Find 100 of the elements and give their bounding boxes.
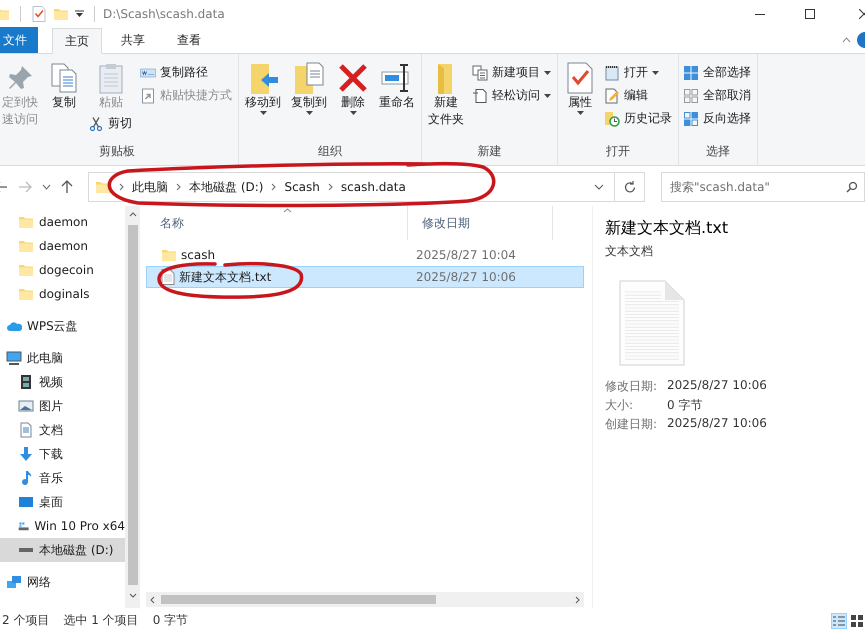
dropdown-icon[interactable] [594, 184, 604, 190]
ribbon-tab[interactable]: 主页 [52, 28, 102, 54]
customize-toolbar-icon[interactable] [75, 10, 84, 18]
file-type: 文本文档 [605, 243, 654, 260]
sort-caret-icon [283, 208, 292, 213]
scroll-up-icon[interactable] [128, 212, 136, 217]
shortcut-icon [140, 88, 156, 104]
recent-locations-icon[interactable] [42, 184, 51, 190]
nav-item[interactable]: WPS云盘 [0, 314, 125, 338]
file-row[interactable]: 新建文本文档.txt 2025/8/27 10:06 [146, 266, 584, 288]
ribbon-button[interactable]: 历史记录 [604, 108, 674, 129]
ribbon-button[interactable]: 全部选择 [683, 62, 753, 83]
scrollbar[interactable] [146, 592, 584, 607]
caret-icon [260, 111, 266, 115]
ribbon-button[interactable]: 新建项目 [472, 62, 553, 83]
document-preview-icon [619, 280, 685, 366]
ribbon-button[interactable]: 重命名 [377, 62, 417, 111]
ribbon-button[interactable]: 复制路径 [140, 62, 234, 83]
caret-icon [576, 111, 584, 115]
breadcrumb[interactable]: Scash [284, 180, 320, 194]
ribbon-button[interactable]: 复制到 [289, 62, 329, 115]
column-header[interactable]: 名称 [146, 206, 408, 240]
nav-item[interactable]: 下载 [0, 442, 125, 466]
caret-icon [544, 70, 551, 74]
search-field[interactable]: 搜索"scash.data" [661, 172, 865, 202]
grid-outline-icon [683, 88, 699, 104]
file-row[interactable]: scash 2025/8/27 10:04 [146, 244, 584, 266]
refresh-icon [624, 181, 636, 193]
download-icon [18, 446, 34, 462]
nav-item[interactable]: 视频 [0, 370, 125, 394]
breadcrumb[interactable]: 本地磁盘 (D:) [189, 178, 264, 196]
breadcrumb[interactable]: scash.data [340, 180, 406, 194]
desktop-icon [18, 494, 34, 510]
ribbon-button[interactable]: 编辑 [604, 85, 674, 106]
ribbon-button[interactable]: 属性 [562, 62, 598, 115]
picture-icon [18, 398, 34, 414]
ribbon-button[interactable]: 剪切 [88, 113, 134, 134]
ribbon-button[interactable]: 反向选择 [683, 108, 753, 129]
grid-icon [683, 64, 699, 80]
ribbon-button[interactable]: 移动到 [243, 62, 283, 115]
breadcrumb[interactable]: 此电脑 [132, 178, 168, 196]
nav-item[interactable]: daemon [0, 234, 125, 258]
nav-item[interactable]: 图片 [0, 394, 125, 418]
nav-item[interactable]: daemon [0, 210, 125, 234]
view-button[interactable] [849, 612, 865, 628]
status-text: 0 字节 [152, 612, 188, 629]
tiles-view-icon [851, 614, 863, 626]
nav-item[interactable]: 本地磁盘 (D:) [0, 538, 125, 562]
modified-date: 2025/8/27 10:04 [415, 248, 516, 262]
nav-item[interactable]: 文档 [0, 418, 125, 442]
chevron-icon[interactable] [271, 183, 276, 191]
address-bar[interactable]: 此电脑 本地磁盘 (D:) Scash scash.data [88, 172, 645, 202]
chevron-icon[interactable] [176, 183, 181, 191]
edit-icon [604, 88, 620, 104]
group-label: 打开 [605, 143, 631, 160]
ribbon-button[interactable]: 复制 [46, 62, 82, 111]
caret-icon [306, 111, 312, 115]
folder-icon [18, 214, 34, 230]
view-button[interactable] [831, 612, 847, 628]
scroll-down-icon[interactable] [128, 593, 136, 598]
nav-item[interactable]: 此电脑 [0, 346, 125, 370]
collapse-ribbon-icon[interactable] [842, 37, 851, 43]
group-label: 新建 [476, 143, 502, 160]
notebook-icon [604, 64, 620, 80]
property-label: 大小: [605, 397, 634, 414]
group-label: 剪贴板 [98, 143, 136, 160]
chevron-icon[interactable] [119, 183, 124, 191]
folder-icon [53, 6, 69, 22]
page-icon [472, 88, 488, 104]
scrollbar[interactable] [125, 206, 140, 608]
ribbon-button[interactable]: 新建 文件夹 [426, 62, 466, 128]
folder-icon [18, 262, 34, 278]
up-icon[interactable] [61, 180, 73, 194]
maximize-icon [805, 9, 815, 19]
chevron-icon[interactable] [328, 183, 333, 191]
ribbon-button[interactable]: 打开 [604, 62, 674, 83]
ribbon-tab[interactable]: 查看 [164, 27, 214, 53]
caret-icon [350, 111, 356, 115]
ribbon-tab[interactable]: 共享 [108, 27, 158, 53]
ribbon-button[interactable]: 删除 [335, 62, 371, 115]
nav-item[interactable]: 桌面 [0, 490, 125, 514]
ribbon-button[interactable]: 全部取消 [683, 85, 753, 106]
ribbon-button[interactable]: 轻松访问 [472, 85, 553, 106]
group-label: 组织 [317, 143, 343, 160]
nav-item[interactable]: Win 10 Pro x64 [0, 514, 125, 538]
nav-item[interactable]: 音乐 [0, 466, 125, 490]
status-text: 选中 1 个项目 [63, 612, 139, 629]
property-value: 0 字节 [667, 397, 704, 414]
nav-item[interactable]: doginals [0, 282, 125, 306]
drive-icon [19, 548, 33, 552]
nav-item[interactable]: dogecoin [0, 258, 125, 282]
folder-icon [18, 286, 34, 302]
folder-icon [161, 247, 177, 263]
nav-item[interactable]: 网络 [0, 570, 125, 594]
column-header[interactable]: 修改日期 [408, 206, 553, 240]
film-icon [18, 374, 34, 390]
scroll-right-icon[interactable] [575, 596, 580, 604]
details-view-icon [833, 616, 845, 626]
file-tab[interactable]: 文件 [0, 27, 38, 53]
scroll-left-icon[interactable] [150, 596, 155, 604]
